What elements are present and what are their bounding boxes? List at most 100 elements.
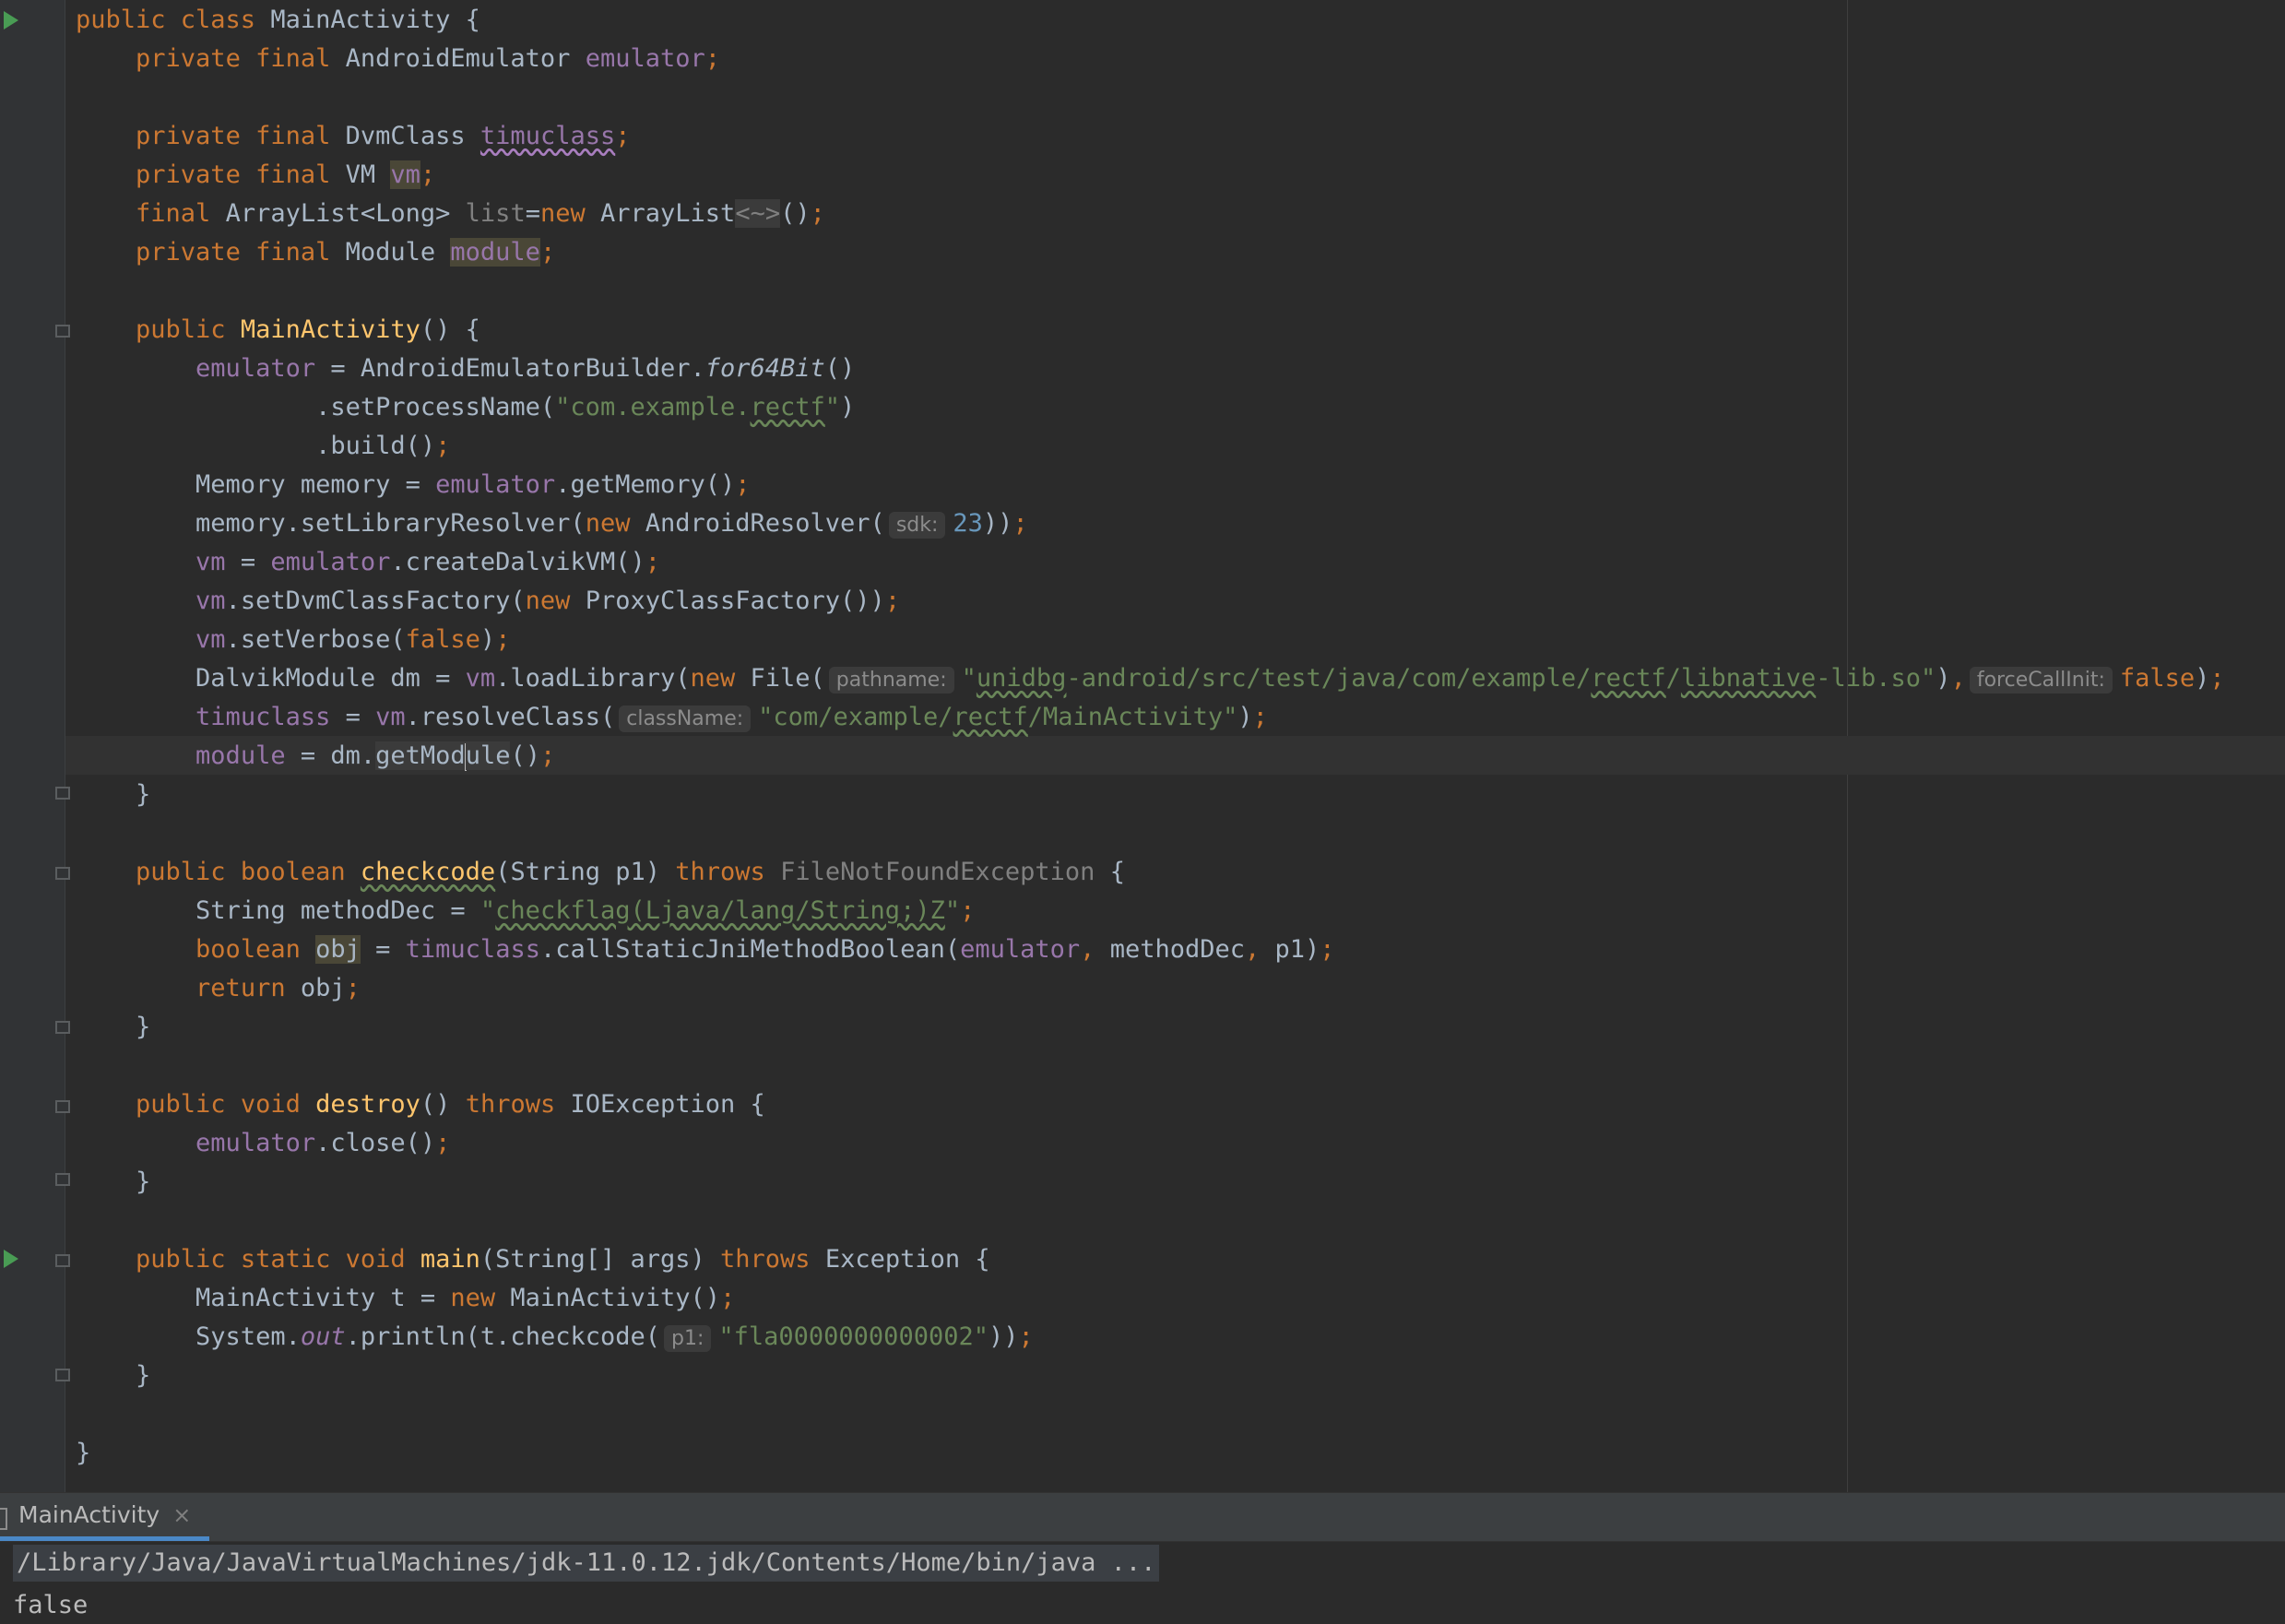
code-token: public (136, 315, 241, 344)
code-line[interactable]: } (76, 1357, 150, 1395)
code-token: new (450, 1284, 511, 1312)
code-token: = (525, 199, 540, 228)
code-token: vm (390, 160, 420, 189)
code-line[interactable]: module = dm.getModule(); (76, 737, 555, 776)
console-command-line[interactable]: /Library/Java/JavaVirtualMachines/jdk-11… (13, 1545, 1160, 1582)
code-token: checkcode (360, 858, 496, 886)
code-token: MainActivity() (510, 1284, 720, 1312)
code-line[interactable]: private final VM vm; (76, 156, 435, 195)
fold-icon[interactable] (55, 867, 70, 880)
code-token: emulator (195, 1129, 316, 1157)
code-token: } (76, 1361, 151, 1390)
code-line[interactable]: private final AndroidEmulator emulator; (76, 40, 720, 78)
code-token: vm (465, 664, 496, 693)
code-token: private final (136, 160, 346, 189)
run-main-icon[interactable] (4, 1250, 18, 1268)
code-token: ule (465, 741, 511, 770)
code-token: " (479, 896, 496, 925)
code-line[interactable]: timuclass = vm.resolveClass(className: "c… (76, 698, 1268, 737)
code-token: ArrayList<Long> (225, 199, 466, 228)
code-line[interactable]: } (76, 1163, 150, 1202)
code-token: return (195, 974, 301, 1002)
code-token: ; (539, 238, 556, 267)
code-line[interactable]: public boolean checkcode(String p1) thro… (76, 853, 1125, 892)
code-line[interactable]: Memory memory = emulator.getMemory(); (76, 466, 751, 504)
run-tool-window: MainActivity × /Library/Java/JavaVirtual… (0, 1492, 2285, 1619)
code-token: .createDalvikVM() (390, 548, 645, 576)
code-line[interactable]: public static void main(String[] args) t… (76, 1240, 990, 1279)
editor-gutter (0, 0, 65, 1492)
fold-icon[interactable] (55, 1021, 70, 1034)
code-token: MainActivity { (270, 6, 480, 34)
code-token: () (420, 1090, 466, 1119)
code-line[interactable]: System.out.println(t.checkcode(p1: "fla00… (76, 1318, 1034, 1357)
code-token: for64Bit (704, 354, 825, 383)
code-line[interactable]: private final Module module; (76, 233, 555, 272)
fold-icon[interactable] (55, 1173, 70, 1186)
code-line[interactable]: public MainActivity() { (76, 311, 480, 350)
code-token: ; (615, 122, 631, 150)
code-token: ) (479, 625, 496, 654)
code-token: )) (982, 509, 1013, 538)
code-token: .println(t.checkcode( (345, 1322, 660, 1351)
code-line[interactable]: return obj; (76, 969, 361, 1008)
code-line[interactable]: } (76, 1008, 150, 1047)
code-token: " (944, 896, 961, 925)
code-token: new (690, 664, 751, 693)
code-token: ; (1320, 935, 1335, 964)
code-token: timuclass (405, 935, 540, 964)
code-line[interactable]: emulator.close(); (76, 1124, 450, 1163)
code-token: module (195, 741, 286, 770)
fold-icon[interactable] (55, 325, 70, 338)
code-token: methodDec (1109, 935, 1245, 964)
code-line[interactable]: .setProcessName("com.example.rectf") (76, 388, 855, 427)
fold-icon[interactable] (55, 1254, 70, 1267)
code-line[interactable]: } (76, 776, 150, 814)
code-token: ProxyClassFactory()) (585, 587, 885, 615)
code-line[interactable]: vm.setVerbose(false); (76, 621, 510, 659)
code-editor[interactable]: public class MainActivity { private fina… (0, 0, 2285, 1492)
code-token: File( (750, 664, 825, 693)
close-icon[interactable]: × (172, 1502, 191, 1528)
run-tab-mainactivity[interactable]: MainActivity × (0, 1493, 210, 1541)
code-line[interactable]: private final DvmClass timuclass; (76, 117, 631, 156)
code-token: libnative (1680, 664, 1817, 693)
code-line[interactable]: emulator = AndroidEmulatorBuilder.for64B… (76, 350, 855, 388)
code-line[interactable]: vm = emulator.createDalvikVM(); (76, 543, 660, 582)
code-token: } (76, 1439, 91, 1467)
code-line[interactable]: vm.setDvmClassFactory(new ProxyClassFact… (76, 582, 900, 621)
code-line[interactable]: DalvikModule dm = vm.loadLibrary(new Fil… (76, 659, 2225, 698)
code-token: obj (315, 935, 361, 964)
code-token: ArrayList (600, 199, 736, 228)
code-line[interactable]: .build(); (76, 427, 450, 466)
code-line[interactable]: public class MainActivity { (76, 1, 480, 40)
fold-icon[interactable] (55, 787, 70, 800)
code-token: new (585, 509, 645, 538)
code-line[interactable]: } (76, 1434, 90, 1473)
code-line[interactable]: String methodDec = "checkflag(Ljava/lang… (76, 892, 975, 931)
parameter-hint: forceCallInit: (1969, 667, 2113, 693)
code-token: () (510, 741, 540, 770)
code-token: timuclass (479, 122, 616, 150)
fold-icon[interactable] (55, 1100, 70, 1113)
fold-icon[interactable] (55, 1369, 70, 1381)
code-token: Module (345, 238, 451, 267)
code-token: final (136, 199, 226, 228)
code-line[interactable]: memory.setLibraryResolver(new AndroidRes… (76, 504, 1028, 543)
code-line[interactable]: public void destroy() throws IOException… (76, 1085, 765, 1124)
code-token: VM (345, 160, 391, 189)
code-line[interactable]: MainActivity t = new MainActivity(); (76, 1279, 735, 1318)
run-class-icon[interactable] (4, 11, 18, 30)
code-token: ; (720, 1284, 736, 1312)
code-token: vm (375, 703, 406, 731)
code-line[interactable]: boolean obj = timuclass.callStaticJniMet… (76, 931, 1335, 969)
code-token: unidbg (976, 664, 1067, 693)
code-token: /MainActivity" (1027, 703, 1238, 731)
code-line[interactable]: final ArrayList<Long> list=new ArrayList… (76, 195, 825, 233)
